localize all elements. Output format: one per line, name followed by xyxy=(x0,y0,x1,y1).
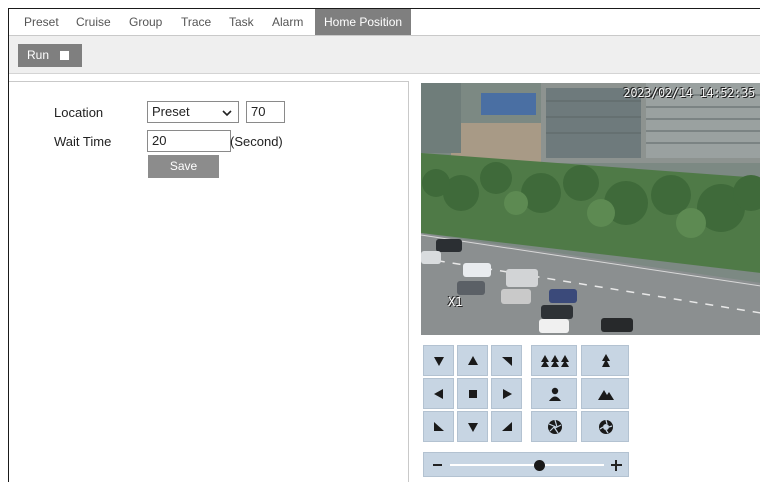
pan-left-button[interactable] xyxy=(423,378,454,409)
slider-track[interactable] xyxy=(450,464,604,466)
pan-down-left-button[interactable] xyxy=(423,345,454,376)
zoom-out-button[interactable] xyxy=(531,345,577,376)
plus-icon[interactable] xyxy=(611,460,622,471)
tab-preset[interactable]: Preset xyxy=(24,9,59,35)
focus-near-button[interactable] xyxy=(531,378,577,409)
iris-close-icon xyxy=(548,419,562,434)
iris-open-button[interactable] xyxy=(581,411,629,442)
run-button[interactable]: Run xyxy=(18,44,82,67)
pan-up-left-button[interactable] xyxy=(423,411,454,442)
location-label: Location xyxy=(54,105,104,120)
pan-up-left-icon xyxy=(434,422,444,431)
tab-task[interactable]: Task xyxy=(229,9,254,35)
iris-open-icon xyxy=(599,419,613,434)
location-select[interactable]: Preset xyxy=(147,101,239,123)
pan-down-right-icon xyxy=(502,357,512,366)
pan-up-right-button[interactable] xyxy=(491,411,522,442)
tab-trace[interactable]: Trace xyxy=(181,9,211,35)
speed-slider[interactable] xyxy=(423,452,629,477)
zoom-in-icon xyxy=(602,354,610,367)
street-scene-image xyxy=(421,83,760,335)
settings-panel: Location Preset 70 Wait Time 20 (Second)… xyxy=(9,81,409,482)
tilt-up-icon xyxy=(468,356,478,365)
tilt-down-icon xyxy=(468,423,478,432)
toolbar: Run xyxy=(9,36,760,74)
preset-number-input[interactable]: 70 xyxy=(246,101,285,123)
tab-home-position[interactable]: Home Position xyxy=(315,9,412,35)
zoom-out-icon xyxy=(541,355,569,367)
live-video-preview: 2023/02/14 14:52:35 X1 xyxy=(421,83,760,335)
ptz-config-window: Preset Cruise Group Trace Task Alarm Hom… xyxy=(8,8,760,482)
slider-thumb[interactable] xyxy=(534,460,546,471)
focus-near-icon xyxy=(549,387,561,401)
video-timestamp: 2023/02/14 14:52:35 xyxy=(623,86,755,100)
video-zoom-label: X1 xyxy=(448,295,463,309)
tilt-up-button[interactable] xyxy=(457,345,488,376)
pan-right-button[interactable] xyxy=(491,378,522,409)
zoom-in-button[interactable] xyxy=(581,345,629,376)
pan-down-right-button[interactable] xyxy=(491,345,522,376)
tab-cruise[interactable]: Cruise xyxy=(76,9,111,35)
pan-left-icon xyxy=(434,389,443,399)
wait-time-input[interactable]: 20 xyxy=(147,130,231,152)
run-checkbox[interactable] xyxy=(60,51,69,60)
tilt-down-button[interactable] xyxy=(457,411,488,442)
pan-down-left-icon xyxy=(434,357,444,366)
save-button[interactable]: Save xyxy=(148,155,219,178)
iris-close-button[interactable] xyxy=(531,411,577,442)
wait-time-label: Wait Time xyxy=(54,134,112,149)
pan-right-icon xyxy=(503,389,512,399)
pan-up-right-icon xyxy=(502,422,512,431)
stop-icon xyxy=(469,390,477,398)
chevron-down-icon xyxy=(222,103,232,130)
minus-icon[interactable] xyxy=(433,464,442,466)
focus-far-icon xyxy=(598,390,614,400)
location-select-value: Preset xyxy=(152,104,190,119)
tab-alarm[interactable]: Alarm xyxy=(272,9,303,35)
run-label: Run xyxy=(27,48,50,62)
wait-time-unit: (Second) xyxy=(230,134,283,149)
focus-far-button[interactable] xyxy=(581,378,629,409)
tab-bar: Preset Cruise Group Trace Task Alarm Hom… xyxy=(9,9,760,36)
tab-group[interactable]: Group xyxy=(129,9,162,35)
stop-button[interactable] xyxy=(457,378,488,409)
